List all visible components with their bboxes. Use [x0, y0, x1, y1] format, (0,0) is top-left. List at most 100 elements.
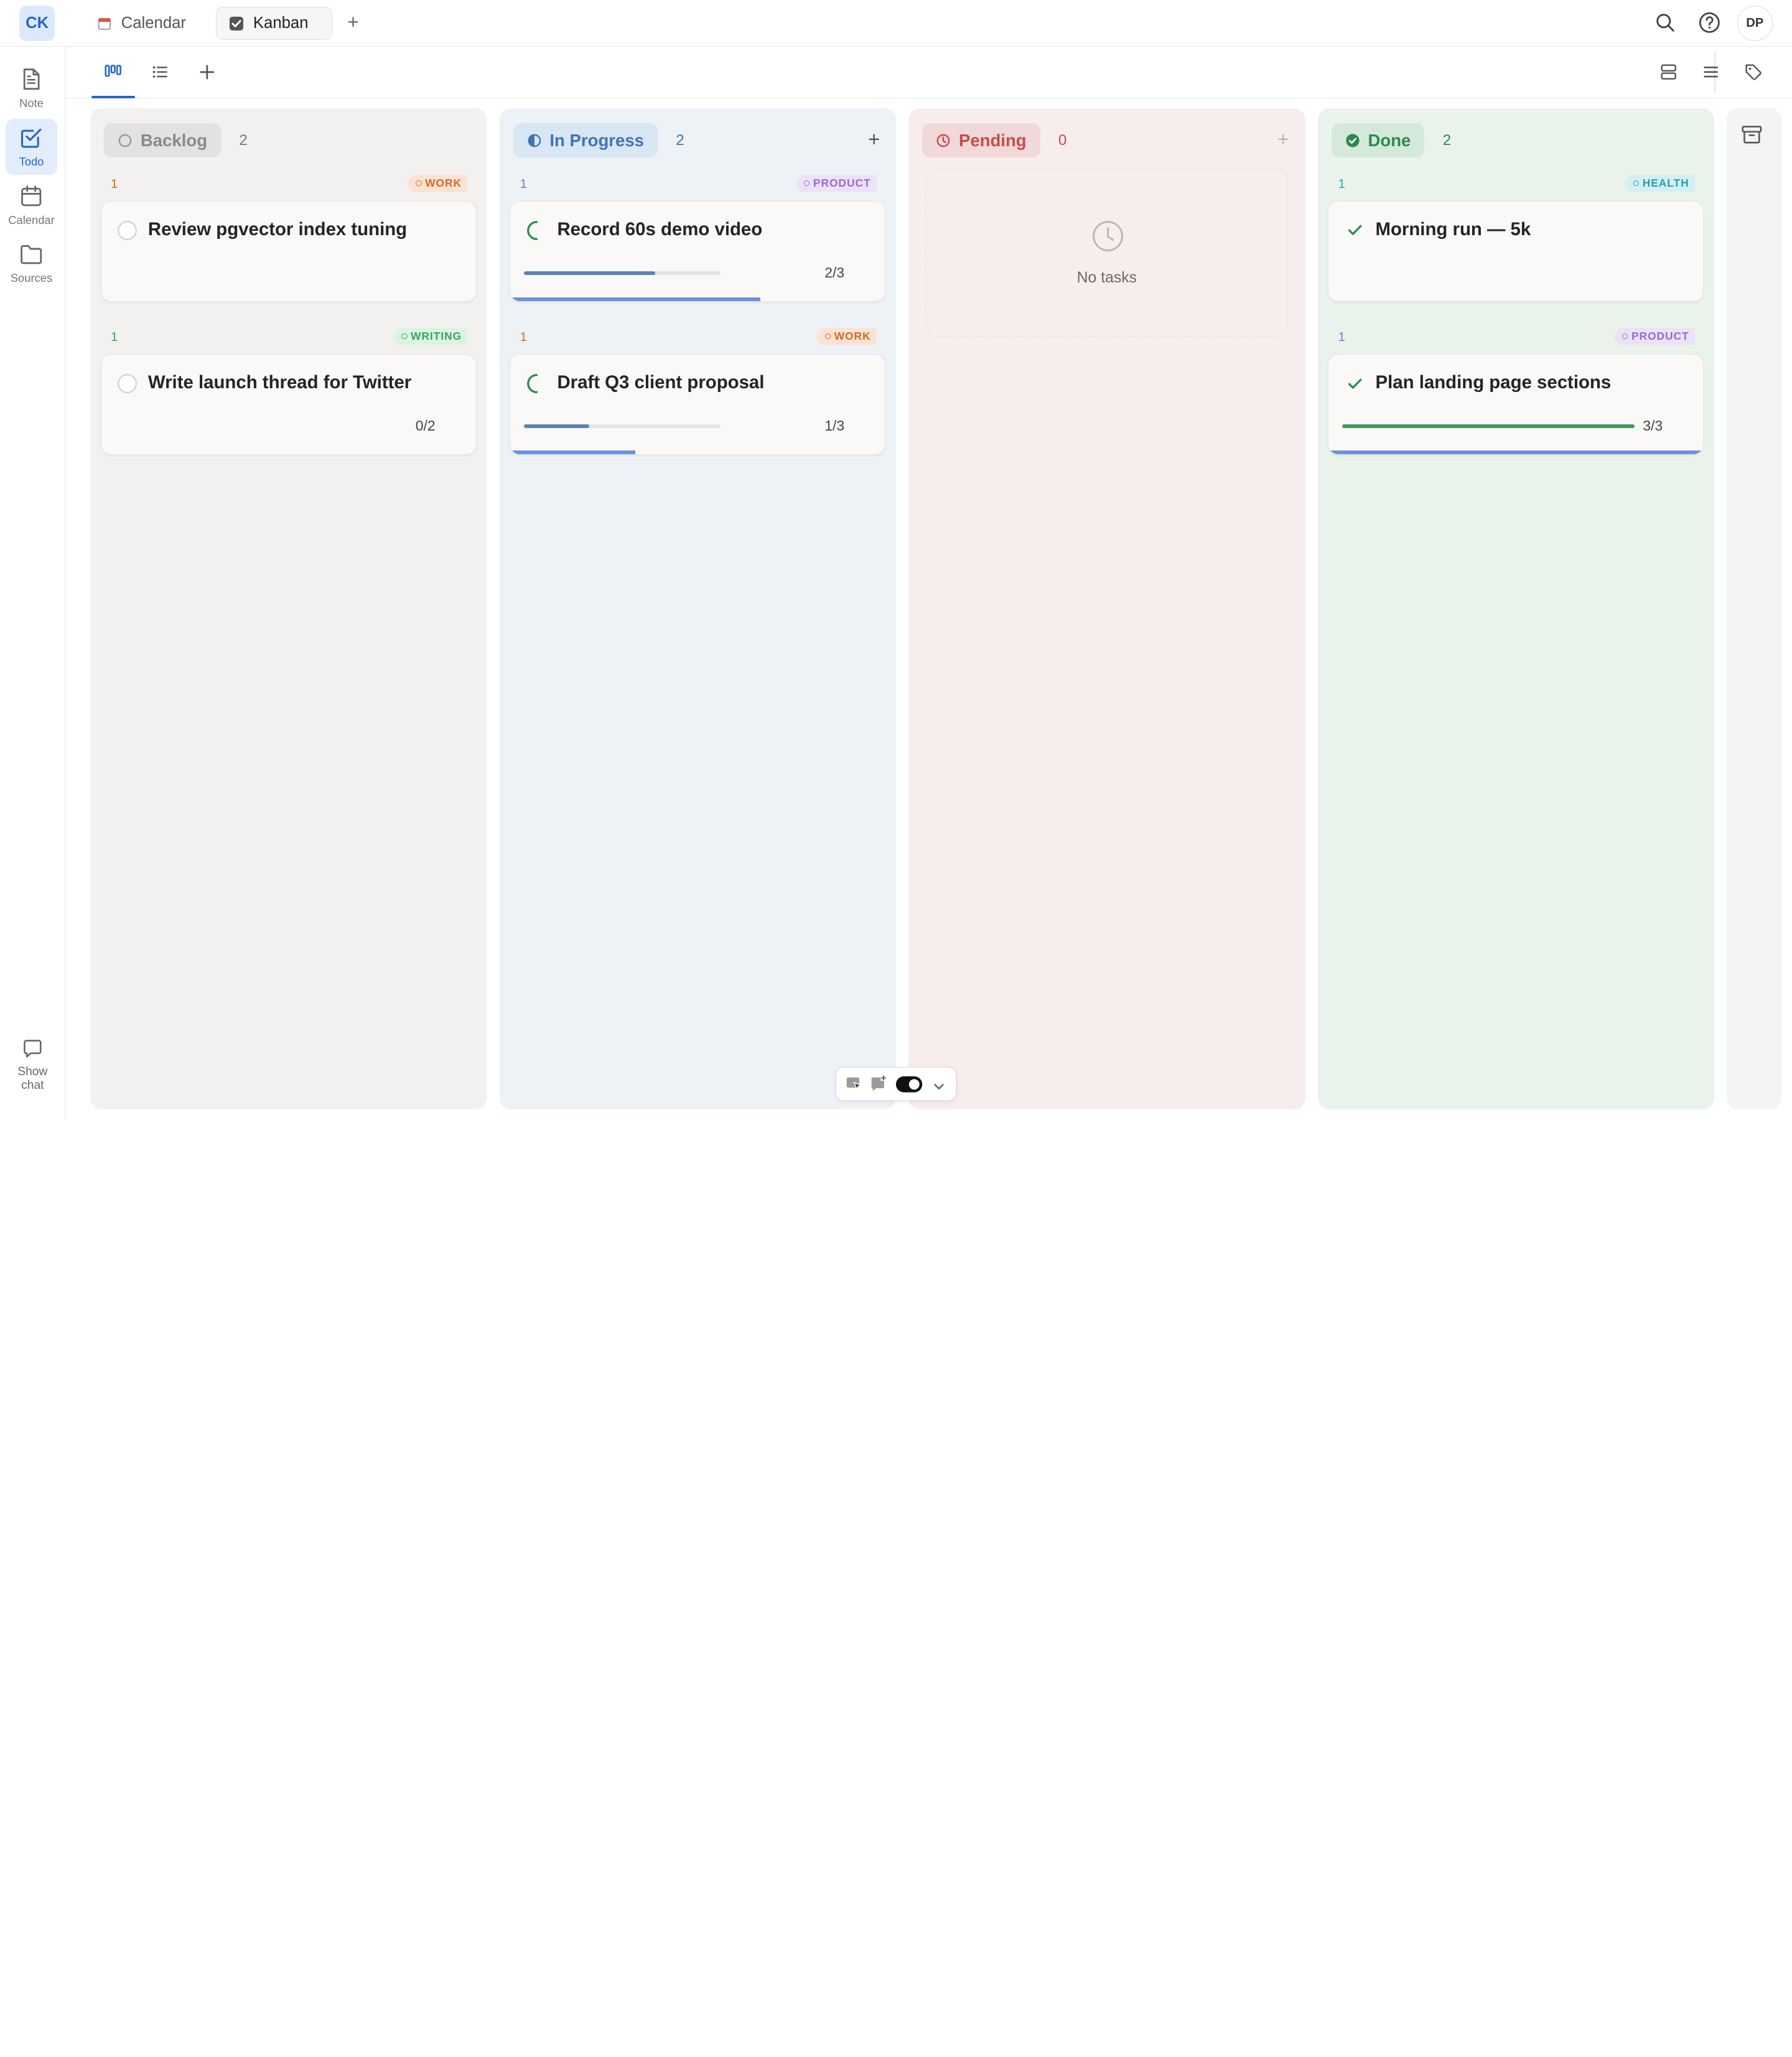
- note-icon: [24, 68, 40, 90]
- column-count: 0: [1058, 131, 1067, 149]
- add-task-button[interactable]: +: [868, 128, 880, 152]
- progress-fill: [524, 271, 655, 275]
- column-header: In Progress 2: [513, 123, 684, 158]
- sidebar-item-note[interactable]: Note: [6, 60, 57, 116]
- in-progress-spinner-icon[interactable]: [526, 373, 547, 394]
- app-window: CK Calendar Kanban + DP Note Todo Calend…: [0, 0, 1792, 1120]
- status-pill-done[interactable]: Done: [1331, 123, 1425, 158]
- column-header: Pending 0: [922, 123, 1067, 158]
- card-meta: 1 WRITING: [101, 325, 477, 348]
- kanban-icon: [105, 65, 122, 77]
- list-view-button[interactable]: [145, 58, 175, 86]
- column-header: Done 2: [1331, 123, 1452, 158]
- todo-icon: [21, 128, 42, 148]
- add-view-button[interactable]: [192, 58, 222, 86]
- card-meta: 1 PRODUCT: [1328, 325, 1704, 348]
- menu-button[interactable]: [1696, 58, 1726, 86]
- subtask-count: 3/3: [1643, 417, 1663, 434]
- tag-icon: [1745, 64, 1762, 80]
- tag-badge[interactable]: HEALTH: [1624, 175, 1695, 192]
- archive-icon[interactable]: [1740, 123, 1763, 151]
- task-card[interactable]: Write launch thread for Twitter 0/2: [100, 354, 477, 455]
- checkmark-icon[interactable]: [1345, 220, 1365, 241]
- column-pending: Pending 0 + No tasks: [908, 108, 1305, 1110]
- card-progress-underline: [510, 297, 760, 301]
- add-task-button[interactable]: +: [1277, 128, 1289, 152]
- sidebar-item-note-label: Note: [19, 96, 44, 110]
- column-count: 2: [239, 131, 248, 149]
- tab-kanban[interactable]: Kanban: [216, 7, 333, 40]
- column-count: 2: [676, 131, 684, 149]
- tag-dot-icon: [1622, 334, 1628, 340]
- floating-toolbar: [835, 1067, 957, 1101]
- tag-dot-icon: [401, 334, 408, 340]
- priority-label: 1: [1338, 177, 1345, 191]
- tag-label: PRODUCT: [1631, 330, 1689, 343]
- show-chat-button[interactable]: Show chat: [7, 1038, 58, 1093]
- group-rows-button[interactable]: [1654, 58, 1684, 86]
- list-icon: [153, 66, 168, 78]
- half-circle-status-icon: [528, 134, 541, 147]
- toggle-switch[interactable]: [895, 1076, 923, 1098]
- help-icon[interactable]: [1697, 11, 1722, 35]
- priority-label: 1: [520, 177, 527, 191]
- task-card[interactable]: Morning run — 5k: [1328, 201, 1704, 302]
- column-title: Pending: [958, 130, 1027, 150]
- tag-badge[interactable]: PRODUCT: [1613, 328, 1695, 345]
- in-progress-spinner-icon[interactable]: [526, 220, 547, 241]
- select-cursor-icon[interactable]: [845, 1075, 863, 1098]
- progress-fill: [524, 424, 590, 428]
- show-chat-label: Show chat: [17, 1065, 48, 1092]
- tag-badge[interactable]: WORK: [816, 328, 877, 345]
- task-title: Plan landing page sections: [1375, 371, 1612, 393]
- task-title: Morning run — 5k: [1375, 218, 1531, 240]
- tag-badge[interactable]: WRITING: [392, 328, 468, 345]
- tag-dot-icon: [416, 180, 422, 187]
- sidebar-item-calendar[interactable]: Calendar: [6, 177, 57, 233]
- top-bar: CK Calendar Kanban + DP: [0, 0, 1792, 47]
- task-title: Write launch thread for Twitter: [147, 371, 412, 393]
- tag-badge[interactable]: WORK: [406, 175, 468, 192]
- task-card[interactable]: Draft Q3 client proposal 1/3: [510, 354, 886, 455]
- plus-icon: [199, 65, 214, 80]
- chevron-down-icon[interactable]: [932, 1077, 946, 1098]
- card-progress-underline: [1328, 450, 1704, 454]
- task-card[interactable]: Record 60s demo video 2/3: [510, 201, 886, 302]
- search-icon[interactable]: [1653, 11, 1678, 35]
- tag-badge[interactable]: PRODUCT: [795, 175, 877, 192]
- add-tab-button[interactable]: +: [347, 11, 358, 34]
- tag-label: WORK: [425, 177, 462, 190]
- tags-button[interactable]: [1738, 58, 1768, 86]
- status-pill-pending[interactable]: Pending: [922, 123, 1040, 158]
- column-done: Done 2 1 HEALTH Morning run — 5k 1 PRODU…: [1317, 108, 1715, 1110]
- sidebar-item-sources[interactable]: Sources: [6, 235, 57, 291]
- column-title: Backlog: [140, 130, 208, 150]
- status-pill-in-progress[interactable]: In Progress: [513, 123, 658, 158]
- progress-bar: [524, 271, 721, 275]
- subtask-count: 2/3: [824, 264, 845, 281]
- card-group: 1 WRITING Write launch thread for Twitte…: [100, 325, 477, 455]
- checkmark-icon[interactable]: [1345, 373, 1365, 394]
- user-avatar[interactable]: DP: [1737, 6, 1773, 42]
- kanban-view-button[interactable]: [91, 58, 135, 98]
- status-pill-backlog[interactable]: Backlog: [104, 123, 222, 158]
- sidebar-item-todo[interactable]: Todo: [6, 119, 57, 175]
- checkbox-icon[interactable]: [117, 220, 138, 241]
- task-card[interactable]: Review pgvector index tuning: [100, 201, 477, 302]
- checkbox-icon[interactable]: [117, 373, 138, 394]
- tab-calendar[interactable]: Calendar: [85, 7, 198, 40]
- progress-bar: [524, 424, 721, 428]
- priority-label: 1: [111, 177, 118, 191]
- column-count: 2: [1442, 131, 1452, 149]
- sidebar-item-sources-label: Sources: [10, 271, 53, 285]
- card-meta: 1 WORK: [101, 172, 477, 195]
- task-title: Draft Q3 client proposal: [557, 371, 765, 393]
- card-meta: 1 HEALTH: [1328, 172, 1704, 195]
- check-square-tab-icon: [229, 16, 244, 31]
- app-logo[interactable]: CK: [19, 6, 55, 42]
- check-circle-status-icon: [1346, 134, 1360, 147]
- add-comment-icon[interactable]: [869, 1075, 887, 1098]
- task-card[interactable]: Plan landing page sections 3/3: [1328, 354, 1704, 455]
- archive-column[interactable]: [1727, 108, 1782, 1110]
- menu-icon: [1704, 67, 1718, 78]
